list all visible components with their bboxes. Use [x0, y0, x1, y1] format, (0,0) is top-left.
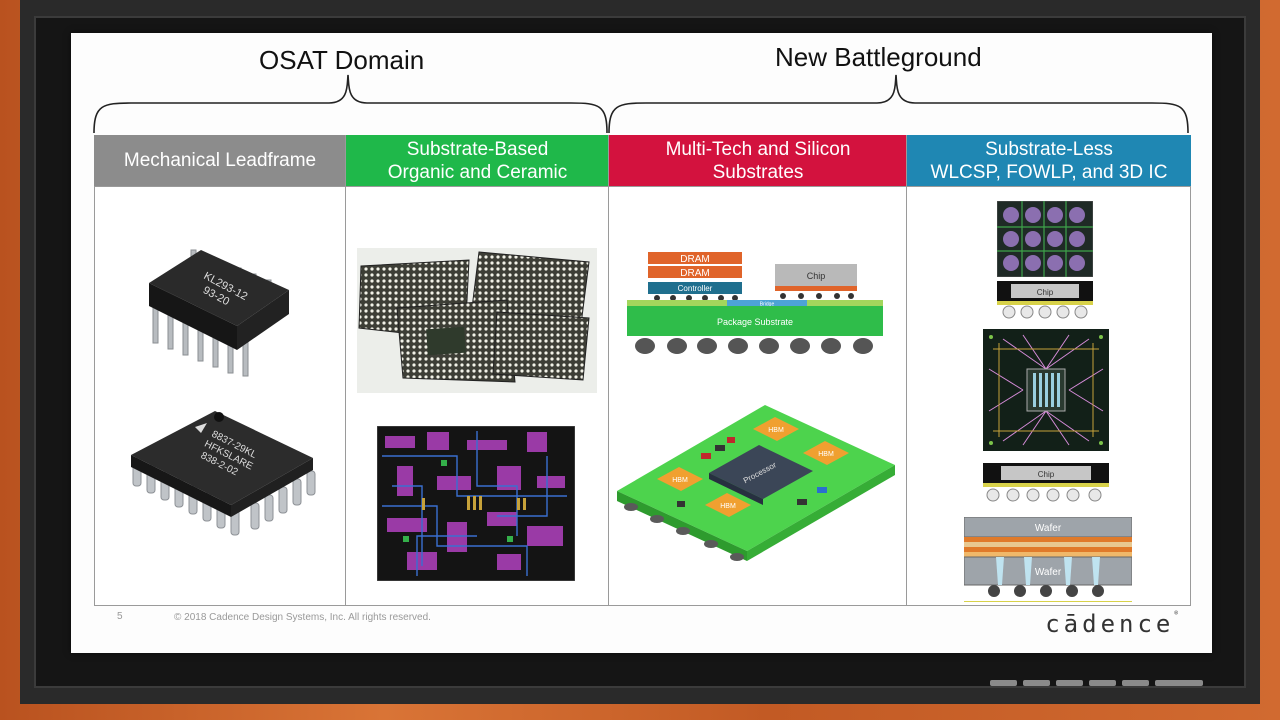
column-divider — [906, 135, 907, 606]
controller-label: Controller — [678, 284, 713, 293]
indicator-dot — [990, 680, 1017, 686]
fowlp-cross-section: Chip — [983, 463, 1109, 502]
header-line: Organic and Ceramic — [387, 161, 568, 183]
header-line: Substrate-Less — [985, 138, 1113, 160]
indicator-dot — [1155, 680, 1203, 686]
dip-chip-image: KL293-12 93-20 — [149, 249, 289, 377]
battleground-brace — [608, 74, 1189, 134]
copyright-notice: © 2018 Cadence Design Systems, Inc. All … — [174, 612, 431, 623]
wafer-label: Wafer — [1035, 523, 1062, 534]
header-substrate-less: Substrate-Less WLCSP, FOWLP, and 3D IC — [907, 135, 1191, 186]
slide-indicators — [990, 680, 1203, 686]
3d-ic-wafer-stack: Wafer Wafer — [964, 517, 1132, 602]
column-divider — [608, 135, 609, 606]
header-multi-tech: Multi-Tech and Silicon Substrates — [609, 135, 907, 186]
package-substrate-label: Package Substrate — [717, 317, 793, 327]
wlcsp-cross-section: Chip — [997, 281, 1093, 319]
fowlp-routing-image — [983, 329, 1109, 451]
osat-brace — [93, 74, 608, 134]
indicator-dot — [1056, 680, 1083, 686]
header-mechanical-leadframe: Mechanical Leadframe — [94, 135, 346, 186]
dram-label: DRAM — [680, 268, 709, 279]
presentation-slide: OSAT Domain New Battleground Mechanical … — [71, 33, 1212, 653]
chip-label: Chip — [1038, 470, 1055, 479]
chip-label: Chip — [1037, 288, 1054, 297]
header-substrate-based: Substrate-Based Organic and Ceramic — [346, 135, 609, 186]
new-battleground-title: New Battleground — [775, 42, 982, 72]
hbm-label: HBM — [768, 427, 784, 434]
qfp-chip-image: 8837-29KL HFKSLARE 838-2-02 — [131, 411, 316, 536]
bga-substrates-image — [357, 248, 597, 393]
hbm-label: HBM — [818, 451, 834, 458]
dram-label: DRAM — [680, 254, 709, 265]
indicator-dot — [1089, 680, 1116, 686]
osat-domain-title: OSAT Domain — [259, 45, 425, 75]
header-line: WLCSP, FOWLP, and 3D IC — [930, 161, 1168, 183]
logo-text: cādence — [1045, 610, 1175, 638]
cadence-logo: cādence® — [1045, 610, 1178, 638]
header-line: Substrates — [712, 161, 804, 183]
indicator-dot — [1023, 680, 1050, 686]
indicator-dot — [1122, 680, 1149, 686]
chip-label: Chip — [807, 271, 826, 281]
header-line: Mechanical Leadframe — [123, 150, 317, 171]
wafer-label: Wafer — [1035, 567, 1062, 578]
hbm-label: HBM — [672, 477, 688, 484]
pcb-layout-image — [377, 426, 575, 581]
wlcsp-top-view — [997, 201, 1093, 277]
header-line: Multi-Tech and Silicon — [665, 138, 851, 160]
multitech-cross-section: DRAM DRAM Controller Chip Bridge Package… — [627, 252, 883, 354]
column-divider — [345, 135, 346, 606]
header-line: Substrate-Based — [406, 138, 549, 160]
processor-hbm-image: Processor HBM HBM HBM HBM — [617, 405, 895, 561]
hbm-label: HBM — [720, 503, 736, 510]
page-number: 5 — [117, 611, 123, 622]
